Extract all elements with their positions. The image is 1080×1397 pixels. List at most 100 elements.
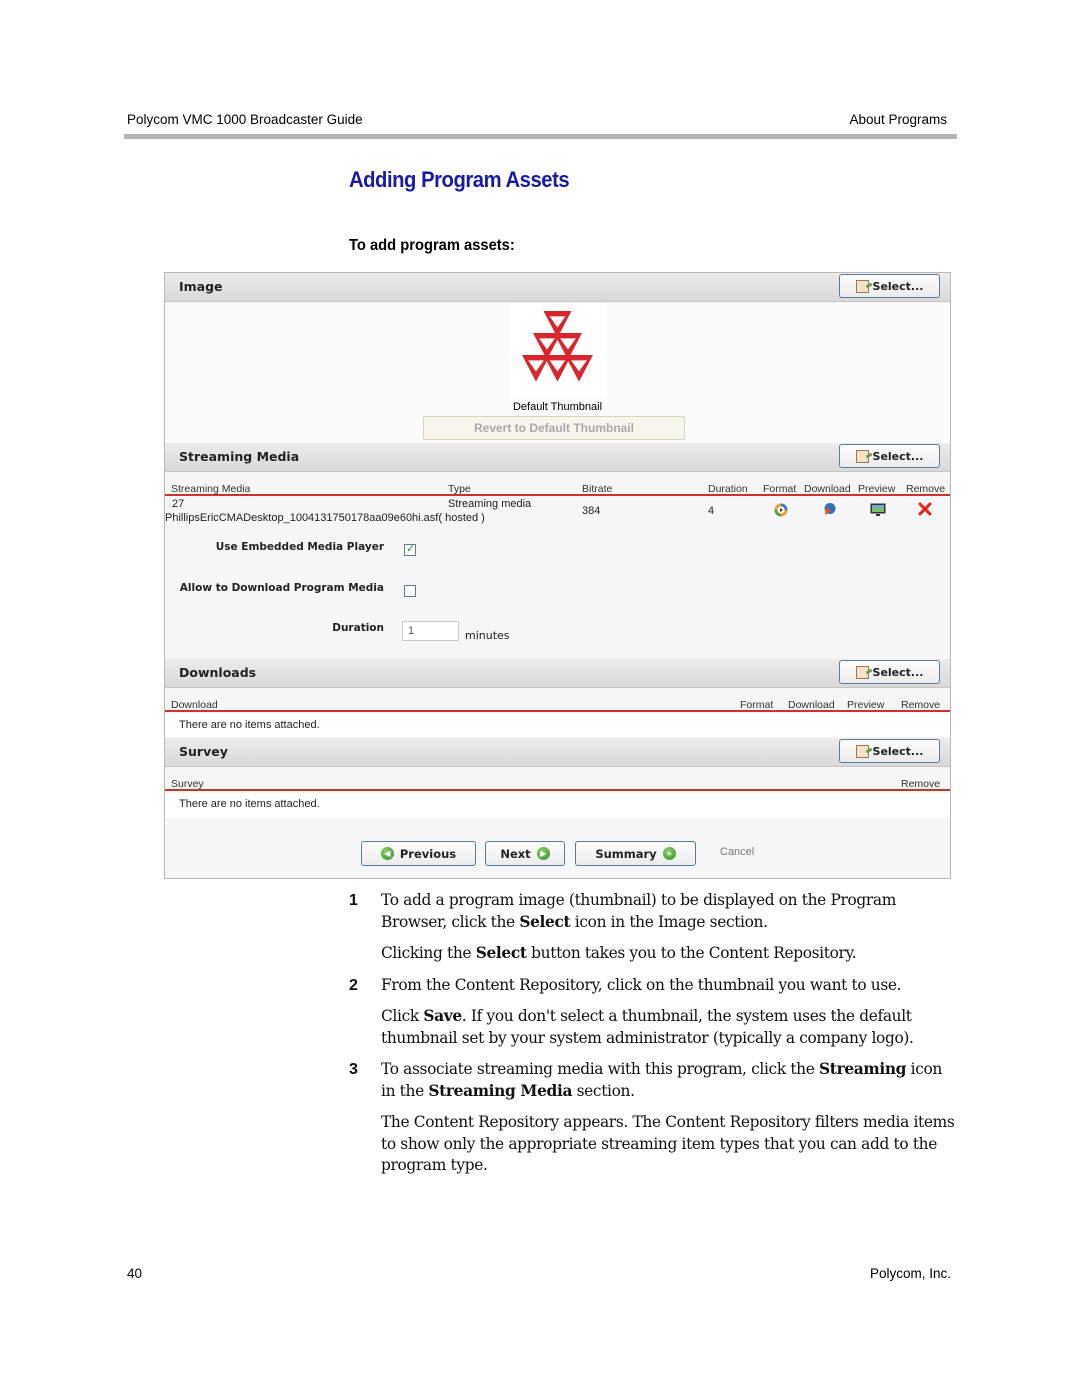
survey-section-header: Survey Select...	[165, 738, 950, 767]
next-button[interactable]: Next ▶	[485, 841, 565, 866]
polycom-logo-icon	[522, 311, 593, 382]
streaming-table-header: Streaming Media Type Bitrate Duration Fo…	[165, 482, 950, 496]
col-download: Download	[804, 483, 851, 495]
download-icon[interactable]	[822, 502, 836, 516]
survey-empty: There are no items attached.	[165, 793, 950, 818]
summary-label: Summary	[595, 846, 657, 861]
col-download-link: Download	[788, 699, 835, 711]
streaming-select-button[interactable]: Select...	[839, 444, 940, 468]
step-paragraph: From the Content Repository, click on th…	[381, 975, 902, 994]
edit-icon	[855, 744, 869, 758]
remove-icon[interactable]	[918, 502, 932, 516]
downloads-select-button[interactable]: Select...	[839, 660, 940, 684]
default-thumbnail[interactable]	[509, 303, 606, 399]
step-paragraph: Clicking the Select button takes you to …	[381, 944, 857, 962]
ui-term: Streaming Media	[428, 1081, 573, 1100]
col-preview: Preview	[847, 699, 885, 711]
media-duration: 4	[708, 505, 715, 517]
step-paragraph: The Content Repository appears. The Cont…	[381, 1113, 955, 1174]
step-paragraph: To associate streaming media with this p…	[381, 1060, 942, 1100]
survey-empty-message: There are no items attached.	[179, 798, 320, 810]
allow-download-label: Allow to Download Program Media	[179, 582, 384, 594]
procedure-title: To add program assets:	[349, 237, 515, 254]
step-paragraph: To add a program image (thumbnail) to be…	[381, 891, 896, 931]
col-type: Type	[448, 483, 471, 495]
arrow-left-icon: ◀	[380, 847, 394, 860]
ui-term: Save	[423, 1007, 462, 1025]
arrow-right-icon: ▶	[536, 847, 550, 860]
program-assets-screenshot: Image Select... Default Thumbnail Revert…	[164, 272, 951, 879]
media-bitrate: 384	[582, 505, 601, 517]
fast-forward-icon: »	[662, 847, 676, 860]
col-survey: Survey	[171, 778, 204, 790]
summary-button[interactable]: Summary »	[575, 841, 696, 866]
embedded-player-label: Use Embedded Media Player	[215, 541, 384, 553]
procedure-step: 2 From the Content Repository, click on t…	[349, 975, 959, 1050]
col-remove: Remove	[901, 778, 941, 790]
header-rule	[124, 134, 957, 139]
col-remove: Remove	[906, 483, 946, 495]
streaming-section-header: Streaming Media Select...	[165, 443, 950, 472]
media-id: 27	[172, 498, 185, 510]
edit-icon	[855, 279, 869, 293]
format-icon[interactable]	[774, 503, 788, 517]
survey-select-button[interactable]: Select...	[839, 739, 940, 763]
chapter-title: About Programs	[849, 112, 947, 127]
streaming-select-label: Select...	[872, 449, 924, 463]
section-title: Adding Program Assets	[349, 167, 570, 192]
step-number: 2	[349, 976, 358, 994]
downloads-empty: There are no items attached.	[165, 714, 950, 737]
col-preview: Preview	[858, 483, 896, 495]
procedure-steps: 1 To add a program image (thumbnail) to b…	[349, 890, 959, 1187]
embedded-player-checkbox[interactable]	[404, 542, 416, 556]
downloads-table-header: Download Format Download Preview Remove	[165, 698, 950, 712]
image-section-body: Default Thumbnail Revert to Default Thum…	[165, 303, 950, 443]
media-name: PhillipsEricCMADesktop_1004131750178aa09…	[165, 512, 439, 524]
col-format: Format	[740, 699, 774, 711]
company-name: Polycom, Inc.	[869, 1266, 951, 1281]
preview-icon[interactable]	[870, 503, 886, 517]
downloads-select-label: Select...	[872, 665, 924, 679]
survey-section-title: Survey	[179, 744, 228, 759]
running-header: Polycom VMC 1000 Broadcaster Guide About…	[127, 112, 947, 130]
procedure-step: 3 To associate streaming media with this …	[349, 1059, 959, 1177]
page-number: 40	[127, 1266, 143, 1281]
image-section-header: Image Select...	[165, 273, 950, 302]
image-select-label: Select...	[872, 279, 924, 293]
step-number: 1	[349, 892, 358, 909]
survey-select-label: Select...	[872, 744, 924, 758]
col-download: Download	[171, 699, 218, 711]
media-hosting: ( hosted )	[438, 512, 485, 524]
col-streaming-media: Streaming Media	[171, 483, 251, 495]
step-number: 3	[349, 1061, 358, 1078]
col-bitrate: Bitrate	[582, 483, 613, 495]
edit-icon	[855, 665, 869, 679]
previous-button[interactable]: ◀ Previous	[361, 841, 476, 866]
col-duration: Duration	[708, 483, 748, 495]
downloads-section-title: Downloads	[179, 665, 257, 680]
step-paragraph: Click Save. If you don't select a thumbn…	[381, 1007, 914, 1047]
cancel-link[interactable]: Cancel	[720, 846, 754, 858]
duration-label: Duration	[332, 622, 384, 634]
previous-label: Previous	[399, 846, 457, 861]
duration-unit: minutes	[465, 629, 510, 642]
image-select-button[interactable]: Select...	[839, 274, 940, 298]
allow-download-checkbox[interactable]	[404, 585, 416, 597]
image-section-title: Image	[179, 279, 223, 294]
downloads-section-header: Downloads Select...	[165, 659, 950, 688]
ui-term: Select	[475, 944, 527, 962]
streaming-section-title: Streaming Media	[179, 449, 300, 464]
duration-input[interactable]	[402, 621, 459, 641]
col-format: Format	[763, 483, 797, 495]
thumbnail-caption: Default Thumbnail	[512, 401, 603, 413]
procedure-step: 1 To add a program image (thumbnail) to b…	[349, 890, 959, 965]
media-filename: PhillipsEricCMADesktop_1004131750178aa09…	[165, 512, 485, 524]
revert-thumbnail-button[interactable]: Revert to Default Thumbnail	[423, 416, 685, 440]
survey-table-header: Survey Remove	[165, 777, 950, 791]
document-title: Polycom VMC 1000 Broadcaster Guide	[127, 112, 363, 127]
next-label: Next	[500, 846, 531, 861]
media-type: Streaming media	[448, 498, 532, 510]
ui-term: Select	[519, 912, 571, 931]
downloads-empty-message: There are no items attached.	[179, 719, 320, 731]
col-remove: Remove	[901, 699, 941, 711]
